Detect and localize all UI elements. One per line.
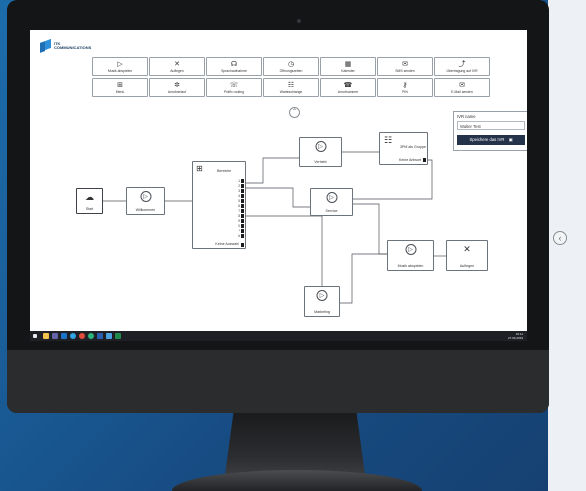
taskbar-clock: 10:11 27.06.2019 [508, 332, 523, 340]
menu-option-row[interactable]: 7 [238, 209, 244, 213]
skype-icon[interactable] [70, 333, 76, 339]
menu-option-key: 7 [238, 209, 240, 213]
musik-node-label: Musik abspielen [397, 264, 424, 268]
webcam [297, 19, 301, 23]
menu-tree-icon: ⊞ [196, 164, 203, 173]
play-icon: ▷ [405, 244, 416, 255]
menu-option-row[interactable]: 5 [238, 199, 244, 203]
marketing-node-label: Marketing [314, 310, 330, 314]
menu-option-key: 8 [238, 214, 240, 218]
menu-options: 1 2 3 4 5 6 7 8 9 0 * # [238, 179, 244, 238]
group-node[interactable]: ☷ 3PM als Gruppe Keine Antwort [379, 132, 428, 165]
outlook-icon[interactable] [61, 333, 67, 339]
explorer-icon[interactable] [43, 333, 49, 339]
service-node[interactable]: ▷ Service [310, 188, 353, 216]
group-title: 3PM als Gruppe [400, 145, 426, 149]
menu-option-row[interactable]: # [238, 234, 244, 238]
connector-marketing-musik [340, 253, 387, 304]
app-screen: ITK COMMUNICATIONS ▷ Musik abspielen ✕ Aufl… [30, 30, 527, 341]
menu-option-row[interactable]: 0 [238, 224, 244, 228]
menu-option-key: 1 [238, 179, 240, 183]
chrome-icon[interactable] [79, 333, 85, 339]
connector-bereiche-marketing [246, 215, 323, 286]
menu-option-port[interactable] [241, 219, 244, 223]
start-node-label: Start [85, 207, 94, 211]
expand-panel-icon[interactable]: ‹ [553, 231, 567, 245]
menu-option-row[interactable]: 3 [238, 189, 244, 193]
willkommen-node-label: Willkommen [135, 208, 156, 212]
connector-bereiche-vertrieb [246, 157, 299, 184]
menu-option-port[interactable] [241, 189, 244, 193]
menu-option-key: 9 [238, 219, 240, 223]
monitor-chin [7, 350, 549, 413]
teams-icon[interactable] [52, 333, 58, 339]
vertrieb-node-label: Vertrieb [314, 160, 327, 164]
auflegen-node[interactable]: ✕ Auflegen [446, 240, 488, 271]
menu-port-fallback[interactable] [241, 243, 244, 247]
auflegen-node-label: Auflegen [459, 264, 475, 268]
musik-node[interactable]: ▷ Musik abspielen [387, 240, 434, 271]
service-node-label: Service [325, 209, 338, 213]
menu-option-port[interactable] [241, 214, 244, 218]
app-icon[interactable] [106, 333, 112, 339]
menu-option-port[interactable] [241, 229, 244, 233]
cloud-icon: ☁ [85, 192, 94, 202]
menu-option-port[interactable] [241, 179, 244, 183]
menu-option-port[interactable] [241, 184, 244, 188]
flow-connections [103, 151, 446, 304]
connector-group-service [353, 159, 433, 200]
menu-option-row[interactable]: 8 [238, 214, 244, 218]
menu-option-port[interactable] [241, 194, 244, 198]
menu-option-row[interactable]: * [238, 229, 244, 233]
menu-option-row[interactable]: 2 [238, 184, 244, 188]
group-port-no-answer[interactable] [423, 158, 426, 162]
keine-auswahl-label: Keine Auswahl [215, 242, 239, 246]
side-panel [548, 0, 586, 491]
menu-option-key: 6 [238, 204, 240, 208]
word-icon[interactable] [97, 333, 103, 339]
monitor-base [172, 470, 422, 491]
taskbar-date: 27.06.2019 [507, 336, 523, 340]
play-icon: ▷ [315, 141, 326, 152]
connector-bereiche-service [246, 187, 310, 208]
play-icon: ▷ [326, 192, 337, 203]
monitor-stand [225, 413, 365, 475]
play-icon: ▷ [140, 191, 151, 202]
start-node[interactable]: ☁ Start [76, 188, 103, 214]
menu-option-key: 3 [238, 189, 240, 193]
menu-option-key: 2 [238, 184, 240, 188]
connector-service-musik [353, 203, 387, 255]
menu-option-port[interactable] [241, 199, 244, 203]
menu-option-port[interactable] [241, 224, 244, 228]
menu-option-key: 4 [238, 194, 240, 198]
play-icon: ▷ [316, 290, 328, 301]
willkommen-node[interactable]: ▷ Willkommen [126, 187, 165, 215]
menu-option-key: 5 [238, 199, 240, 203]
menu-option-port[interactable] [241, 204, 244, 208]
menu-option-row[interactable]: 9 [238, 219, 244, 223]
menu-option-row[interactable]: 1 [238, 179, 244, 183]
menu-option-key: * [238, 229, 240, 233]
browser-icon[interactable] [88, 333, 94, 339]
bereiche-title: Bereiche [217, 169, 232, 173]
hangup-icon: ✕ [463, 244, 471, 254]
vertrieb-node[interactable]: ▷ Vertrieb [299, 137, 342, 167]
menu-option-key: 0 [238, 224, 240, 228]
taskbar: 10:11 27.06.2019 [30, 331, 527, 341]
windows-start-icon[interactable] [33, 334, 37, 338]
menu-option-row[interactable]: 6 [238, 204, 244, 208]
queue-icon: ☷ [384, 135, 393, 145]
marketing-node[interactable]: ▷ Marketing [304, 286, 340, 317]
bereiche-menu-node[interactable]: ⊞ Bereiche 1 2 3 4 5 6 7 8 9 0 * # Keine Auswahl [192, 161, 246, 249]
excel-icon[interactable] [115, 333, 121, 339]
menu-option-port[interactable] [241, 234, 244, 238]
menu-option-port[interactable] [241, 209, 244, 213]
menu-option-key: # [238, 234, 240, 238]
menu-option-row[interactable]: 4 [238, 194, 244, 198]
group-no-answer-label: Keine Antwort [399, 158, 422, 162]
